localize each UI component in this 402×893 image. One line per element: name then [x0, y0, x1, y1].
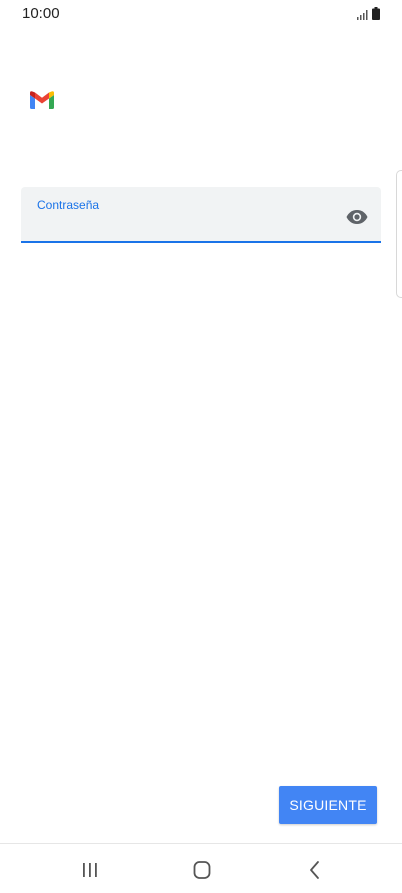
password-label: Contraseña: [37, 198, 100, 212]
back-icon[interactable]: [303, 858, 327, 882]
gmail-logo-icon: [30, 91, 54, 109]
signal-icon: [357, 10, 368, 20]
password-input[interactable]: [37, 213, 337, 237]
status-time: 10:00: [22, 5, 60, 22]
battery-icon: [372, 7, 380, 20]
eye-icon[interactable]: [345, 205, 369, 229]
home-icon[interactable]: [190, 858, 214, 882]
recents-icon[interactable]: [78, 858, 102, 882]
navigation-bar: [0, 843, 402, 893]
status-bar: 10:00: [0, 0, 402, 28]
screen: 10:00 Contraseña SIGUIENTE: [0, 0, 402, 893]
password-field[interactable]: Contraseña: [21, 187, 381, 243]
status-icons: [357, 7, 380, 20]
edge-panel-handle[interactable]: [396, 170, 402, 298]
next-button[interactable]: SIGUIENTE: [279, 786, 377, 824]
